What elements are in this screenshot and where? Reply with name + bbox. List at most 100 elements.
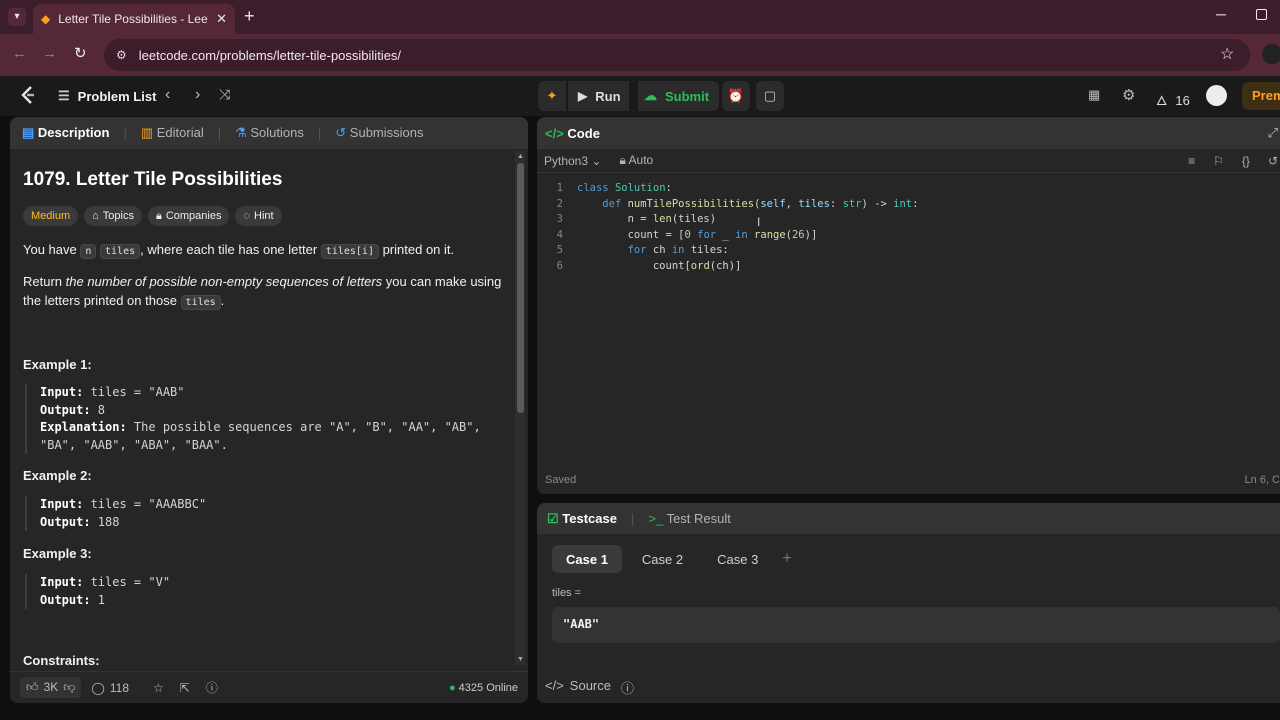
book-icon: ▥	[140, 125, 154, 140]
reload-icon[interactable]: ↻	[74, 44, 87, 62]
testcase-panel: ☑ Testcase | >_ Test Result Case 1 Case …	[537, 503, 1280, 703]
user-avatar[interactable]	[1206, 85, 1227, 106]
forward-icon[interactable]: →	[42, 45, 57, 62]
bookmark-icon[interactable]: ⚐	[1213, 154, 1224, 168]
code-panel-header: </> Code ⤢	[537, 117, 1280, 149]
cloud-upload-icon: ☁	[644, 88, 657, 103]
tab-solutions[interactable]: ⚗ Solutions	[235, 125, 304, 141]
testcase-input[interactable]: "AAB"	[552, 607, 1280, 643]
language-select[interactable]: Python3 ⌄	[544, 154, 601, 168]
layout-grid-icon[interactable]: ▦	[1088, 87, 1100, 103]
example-2-block: Input: tiles = "AAABBC" Output: 188	[25, 496, 513, 531]
thumbs-down-icon[interactable]: 👎︎	[63, 680, 75, 695]
line-number: 5	[556, 244, 563, 256]
line-number: 2	[556, 197, 563, 210]
source-button[interactable]: </> Source ⓘ	[545, 678, 634, 697]
browser-toolbar: ← → ↻ ⚙ leetcode.com/problems/letter-til…	[0, 34, 1280, 76]
line-number: 1	[556, 182, 563, 194]
add-case-button[interactable]: +	[782, 550, 791, 568]
line-number: 3	[556, 213, 563, 225]
tag-icon: ⌂	[92, 210, 99, 222]
code-line: 1 class Solution:	[537, 181, 1280, 197]
favorite-star-icon[interactable]: ☆	[153, 681, 164, 695]
reset-icon[interactable]: ↺	[1268, 154, 1278, 168]
code-text: count[ord(ch)]	[577, 259, 742, 272]
like-button[interactable]: 👍︎ 3K 👎︎	[20, 677, 82, 698]
tab-submissions[interactable]: ↺ Submissions	[335, 125, 423, 141]
example-2-title: Example 2:	[23, 468, 92, 483]
tab-testcase[interactable]: ☑ Testcase	[547, 511, 617, 527]
profile-avatar[interactable]	[1262, 44, 1280, 64]
example-1-title: Example 1:	[23, 357, 92, 372]
lock-icon: 🔒︎	[619, 153, 626, 167]
history-icon: ↺	[335, 125, 347, 140]
testcase-tabs: ☑ Testcase | >_ Test Result	[537, 503, 1280, 534]
checkbox-icon: ☑	[547, 510, 559, 526]
bookmark-star-icon[interactable]: ☆	[1220, 44, 1234, 64]
expand-icon[interactable]: ⤢	[1268, 125, 1278, 141]
online-dot-icon: ●	[448, 681, 456, 694]
topics-button[interactable]: ⌂ Topics	[84, 206, 142, 226]
problem-paragraph-1: You have n tiles, where each tile has on…	[23, 242, 455, 259]
prev-problem-icon[interactable]: ‹	[165, 86, 170, 104]
case-2-tab[interactable]: Case 2	[628, 545, 697, 573]
thumbs-up-icon: 👍︎	[26, 680, 39, 694]
tab-list-button[interactable]: ▾	[8, 8, 26, 26]
minimize-button[interactable]: ─	[1216, 6, 1226, 22]
case-3-tab[interactable]: Case 3	[703, 545, 772, 573]
run-label: Run	[595, 88, 621, 104]
example-1-block: Input: tiles = "AAB" Output: 8 Explanati…	[25, 384, 513, 454]
description-tabs: ▤ Description | ▥ Editorial | ⚗ Solution…	[10, 117, 528, 149]
settings-gear-icon[interactable]: ⚙	[1122, 86, 1135, 104]
case-1-tab[interactable]: Case 1	[552, 545, 622, 573]
premium-button[interactable]: Prem	[1242, 82, 1280, 110]
line-number: 6	[556, 259, 563, 272]
play-icon: ▶	[578, 89, 588, 103]
braces-icon[interactable]: {}	[1242, 154, 1250, 168]
tab-description[interactable]: ▤ Description	[22, 125, 109, 141]
editor-toolbar: Python3 ⌄ 🔒︎ Auto ≡ ⚐ {} ↺	[537, 149, 1280, 173]
lock-icon: 🔒︎	[155, 209, 162, 222]
tab-code[interactable]: </> Code	[545, 126, 600, 141]
notes-icon[interactable]: ▢	[756, 81, 784, 111]
format-icon[interactable]: ≡	[1188, 154, 1195, 168]
browser-tab-bar: ▾ ◆ Letter Tile Possibilities - LeetCode…	[0, 0, 1280, 34]
shuffle-icon[interactable]: ⤨	[219, 86, 230, 103]
hint-button[interactable]: ◌ Hint	[235, 206, 282, 226]
case-tabs: Case 1 Case 2 Case 3 +	[552, 545, 792, 573]
comment-count: 118	[109, 680, 129, 695]
auto-mode[interactable]: 🔒︎ Auto	[619, 153, 653, 168]
scrollbar-thumb[interactable]	[517, 163, 524, 413]
back-icon[interactable]: ←	[12, 45, 27, 62]
address-bar[interactable]: ⚙ leetcode.com/problems/letter-tile-poss…	[104, 39, 1250, 71]
online-count: ● 4325 Online	[448, 681, 518, 694]
maximize-button[interactable]	[1256, 9, 1267, 20]
info-icon[interactable]: ⓘ	[621, 678, 634, 697]
browser-tab[interactable]: ◆ Letter Tile Possibilities - LeetCode ✕	[33, 4, 235, 34]
code-line: 3 n = len(tiles)	[537, 212, 1280, 228]
site-info-icon[interactable]: ⚙	[116, 48, 127, 62]
debug-button[interactable]: ✦	[538, 81, 566, 111]
submit-button[interactable]: ☁ Submit	[638, 81, 720, 111]
scrollbar[interactable]: ▲ ▼	[515, 151, 525, 665]
share-icon[interactable]: ⇱	[180, 681, 190, 695]
code-area[interactable]: 1 class Solution: 2 def numTilePossibiliti…	[537, 181, 1280, 421]
tab-editorial[interactable]: ▥ Editorial	[141, 125, 204, 141]
help-icon[interactable]: ⓘ	[206, 679, 218, 696]
streak-count: 16	[1175, 92, 1190, 108]
leetcode-logo-icon[interactable]	[20, 85, 36, 105]
streak-counter[interactable]: 🜂 16	[1156, 87, 1190, 113]
companies-button[interactable]: 🔒︎ Companies	[147, 206, 230, 226]
problem-title: 1079. Letter Tile Possibilities	[23, 169, 283, 190]
tab-title: Letter Tile Possibilities - LeetCode	[58, 12, 208, 26]
alarm-clock-icon[interactable]: ⏰	[722, 81, 750, 111]
example-3-block: Input: tiles = "V" Output: 1	[25, 574, 513, 609]
next-problem-icon[interactable]: ›	[195, 86, 200, 104]
close-tab-icon[interactable]: ✕	[216, 11, 227, 27]
comments-button[interactable]: ◯ 118	[91, 681, 129, 695]
problem-list-button[interactable]: ☰ Problem List	[58, 88, 156, 104]
new-tab-button[interactable]: +	[244, 6, 255, 27]
run-button[interactable]: ▶ Run	[568, 81, 629, 111]
tab-test-result[interactable]: >_ Test Result	[648, 511, 731, 526]
terminal-icon: >_	[648, 511, 664, 526]
